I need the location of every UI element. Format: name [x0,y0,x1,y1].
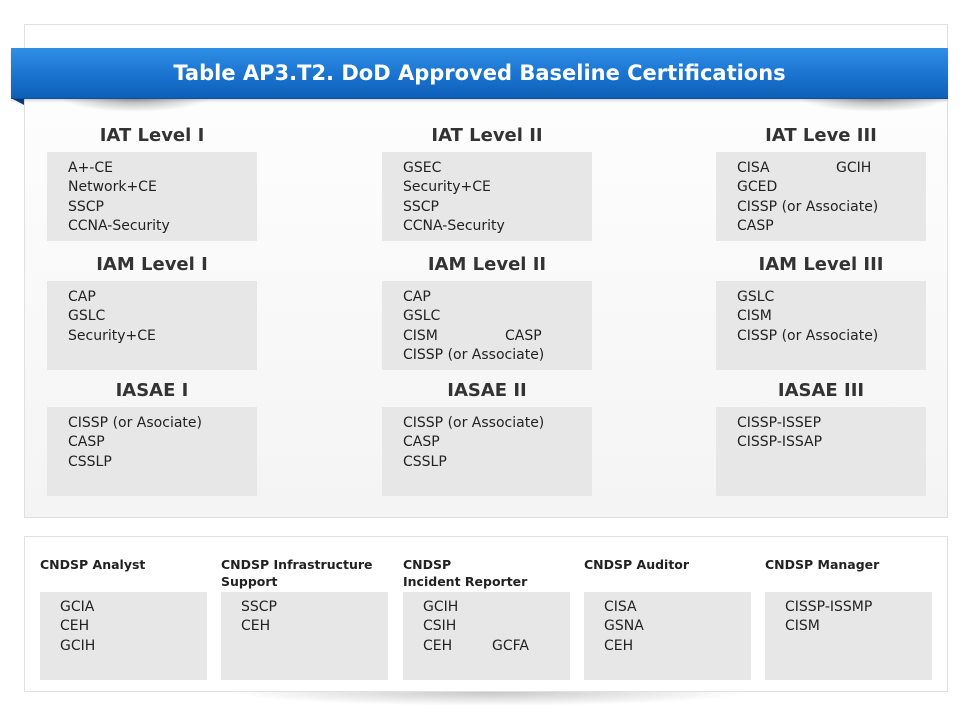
cert-item: CEH [241,618,271,635]
cert-item: CAP [403,289,431,305]
cert-item: CISSP (or Asociate) [68,415,202,431]
cert-item: GCED [737,179,778,196]
cert-item: GSEC [403,160,442,176]
cndsp-title-incident-reporter: CNDSP Incident Reporter [403,556,573,590]
group-title-iat-level-1: IAT Level I [99,125,205,146]
cert-item: A+-CE [68,160,113,176]
cert-item: CCNA-Security [68,217,170,234]
cert-item: GCIA [60,599,95,615]
cert-item-side: GCFA [492,637,529,654]
group-title-iat-level-3: IAT Leve III [765,125,877,146]
cert-item: SSCP [241,599,277,615]
cndsp-title-infrastructure-support: CNDSP Infrastructure Support [221,556,391,590]
cndsp-box-analyst: GCIA CEH GCIH [40,592,207,680]
cndsp-title-manager: CNDSP Manager [765,556,935,573]
group-title-iat-level-2: IAT Level II [431,125,543,146]
cert-item: CISM [403,327,438,344]
group-box-iasae-1: CISSP (or Asociate) CASP CSSLP [47,407,257,496]
cndsp-title-line: Incident Reporter [403,574,528,589]
group-box-iam-level-2: CAP GSLC CISM CISSP (or Associate) CASP [382,281,592,370]
group-title-iasae-3: IASAE III [777,380,865,401]
cert-item: CASP [737,217,774,234]
group-box-iasae-2: CISSP (or Associate) CASP CSSLP [382,407,592,496]
cndsp-title-auditor: CNDSP Auditor [584,556,754,573]
cert-item: CISSP-ISSEP [737,415,822,431]
cert-item: GSNA [604,618,644,635]
table-title: Table AP3.T2. DoD Approved Baseline Cert… [11,48,948,99]
cert-item: CISA [737,160,770,176]
cndsp-title-line: CNDSP Auditor [584,557,690,572]
cert-item-side: GCIH [836,160,872,176]
cert-item: CISSP-ISSMP [785,599,873,615]
title-shadow-left [60,98,210,112]
group-box-iat-level-3: CISA GCED CISSP (or Associate) CASP GCIH [716,152,926,241]
group-title-iasae-1: IASAE I [115,380,189,401]
group-box-iat-level-2: GSEC Security+CE SSCP CCNA-Security [382,152,592,241]
cert-item: GSLC [68,308,106,325]
group-title-iam-level-2: IAM Level II [427,254,547,275]
cert-item: SSCP [403,198,439,215]
cert-item: Security+CE [403,179,491,196]
cert-item: CASP [68,434,105,451]
cndsp-title-line: CNDSP [403,557,452,572]
cert-item: CCNA-Security [403,217,505,234]
cndsp-box-incident-reporter: GCIH CSIH CEH GCFA [403,592,570,680]
title-ribbon-fold [11,98,24,105]
cndsp-box-infrastructure-support: SSCP CEH [221,592,388,680]
group-title-iam-level-1: IAM Level I [96,254,208,275]
cert-item: CASP [403,434,440,451]
title-shadow-right [800,98,950,112]
cndsp-box-auditor: CISA GSNA CEH [584,592,751,680]
cert-item: CEH [604,637,634,654]
cert-item: CSIH [423,618,457,635]
cert-item: SSCP [68,198,104,215]
group-box-iam-level-3: GSLC CISM CISSP (or Associate) [716,281,926,370]
group-title-iasae-2: IASAE II [447,380,527,401]
cert-item: GSLC [403,308,441,325]
cert-item: CISM [785,618,820,635]
cndsp-title-line: CNDSP Infrastructure [221,557,373,572]
cert-item: Security+CE [68,327,156,344]
cert-item: CISA [604,599,637,615]
cert-item: CEH [60,618,90,635]
cert-item: GSLC [737,289,775,305]
cndsp-title-line: CNDSP Analyst [40,557,146,572]
cert-item-side: CASP [505,327,542,344]
cndsp-box-manager: CISSP-ISSMP CISM [765,592,932,680]
cndsp-panel-shadow [230,692,750,706]
group-box-iasae-3: CISSP-ISSEP CISSP-ISSAP [716,407,926,496]
cert-item: CSSLP [68,453,112,470]
cndsp-title-line: Support [221,574,278,589]
group-box-iat-level-1: A+-CE Network+CE SSCP CCNA-Security [47,152,257,241]
group-box-iam-level-1: CAP GSLC Security+CE [47,281,257,370]
group-title-iam-level-3: IAM Level III [758,254,884,275]
cndsp-title-analyst: CNDSP Analyst [40,556,210,573]
cert-item: CAP [68,289,96,305]
cert-item: CISSP (or Associate) [737,327,879,344]
cert-item: CISSP (or Associate) [403,415,545,431]
cert-item: GCIH [60,637,96,654]
cndsp-title-line: CNDSP Manager [765,557,880,572]
cert-item: CISSP (or Associate) [737,198,879,215]
cert-item: GCIH [423,599,459,615]
cert-item: Network+CE [68,179,157,196]
cert-item: CISM [737,308,772,325]
cert-item: CISSP (or Associate) [403,346,545,363]
cert-item: CISSP-ISSAP [737,434,823,451]
cert-item: CSSLP [403,453,447,470]
